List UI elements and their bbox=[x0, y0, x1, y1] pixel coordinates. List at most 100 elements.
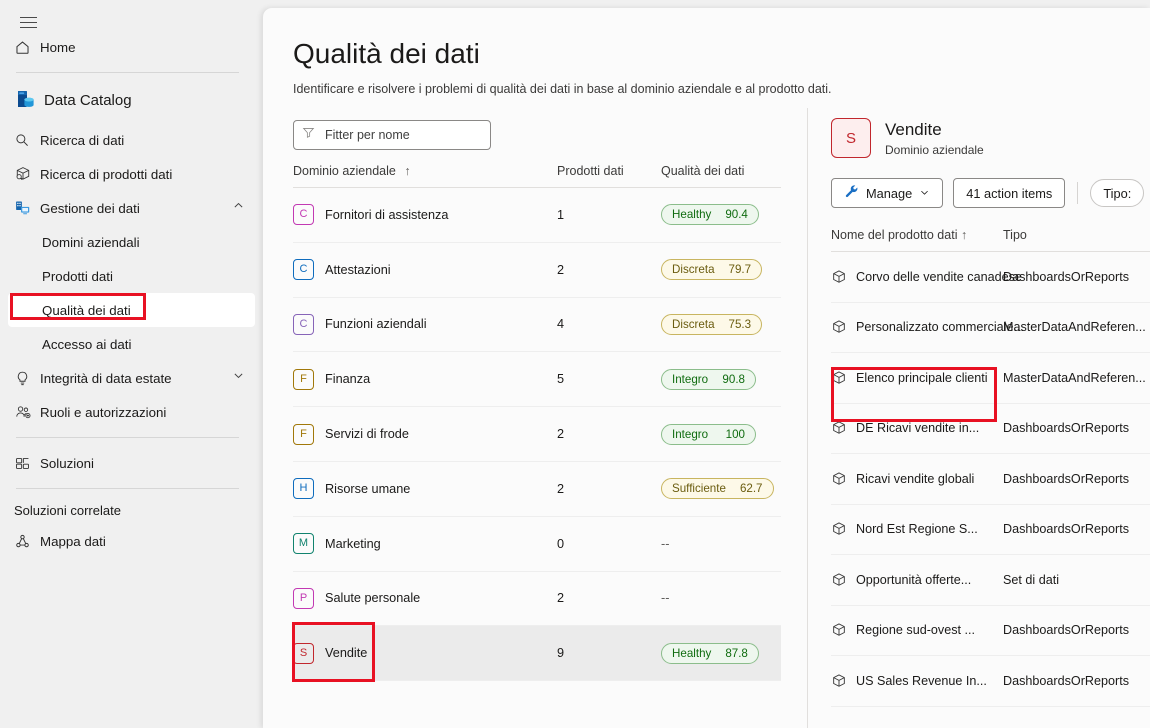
list-item[interactable]: US Sales Revenue In... DashboardsOrRepor… bbox=[831, 655, 1150, 707]
detail-header: S Vendite Dominio aziendale bbox=[815, 8, 1150, 158]
status-badge-value: 62.7 bbox=[739, 482, 763, 496]
sidebar-item-accesso-ai-dati[interactable]: Accesso ai dati bbox=[8, 327, 255, 361]
cube-icon bbox=[831, 319, 847, 335]
cell-quality: -- bbox=[661, 516, 781, 572]
search-input[interactable] bbox=[323, 127, 482, 143]
avatar: S bbox=[831, 118, 871, 158]
manage-button[interactable]: Manage bbox=[831, 178, 944, 208]
product-name: Nord Est Regione S... bbox=[856, 522, 978, 537]
sidebar-item-prodotti-dati[interactable]: Prodotti dati bbox=[8, 259, 255, 293]
chevron-up-icon[interactable] bbox=[232, 199, 245, 217]
domain-initial-icon: C bbox=[293, 204, 314, 226]
column-header-label: Dominio aziendale bbox=[293, 164, 396, 178]
list-item[interactable]: DE Ricavi vendite in... DashboardsOrRepo… bbox=[831, 403, 1150, 454]
sidebar-item-ricerca-di-dati[interactable]: Ricerca di dati bbox=[8, 123, 255, 157]
data-map-icon bbox=[14, 531, 40, 551]
column-header-prodotti-dati[interactable]: Prodotti dati bbox=[557, 164, 661, 188]
sidebar-item-ricerca-di-prodotti-dati[interactable]: Ricerca di prodotti dati bbox=[8, 157, 255, 191]
cell-products: 9 bbox=[557, 625, 661, 682]
roles-icon bbox=[14, 402, 40, 422]
list-item[interactable]: Corvo delle vendite canadese DashboardsO… bbox=[831, 251, 1150, 303]
cell-product-type: DashboardsOrReports bbox=[1003, 504, 1150, 555]
list-item[interactable]: Regione sud-ovest ... DashboardsOrReport… bbox=[831, 605, 1150, 656]
status-badge-label: Sufficiente bbox=[672, 482, 726, 496]
column-header-dominio-aziendale[interactable]: Dominio aziendale ↑ bbox=[293, 164, 557, 188]
domain-name: Servizi di frode bbox=[325, 427, 409, 442]
column-header-qualita-dei-dati[interactable]: Qualità dei dati bbox=[661, 164, 781, 188]
cell-product-type: DashboardsOrReports bbox=[1003, 403, 1150, 454]
sidebar-item-gestione-dei-dati[interactable]: Gestione dei dati bbox=[8, 191, 255, 225]
avatar-initial: S bbox=[845, 129, 856, 147]
domain-name: Finanza bbox=[325, 372, 371, 387]
solutions-icon bbox=[14, 453, 40, 473]
table-row[interactable]: C Attestazioni 2 Discreta 79.7 bbox=[293, 242, 781, 298]
cell-quality: Healthy 87.8 bbox=[661, 625, 781, 682]
sidebar-item-label: Soluzioni bbox=[40, 455, 94, 471]
cell-domain: H Risorse umane bbox=[293, 461, 557, 517]
domain-name: Risorse umane bbox=[325, 481, 411, 496]
sidebar-item-label: Prodotti dati bbox=[42, 268, 113, 284]
cell-quality: Healthy 90.4 bbox=[661, 187, 781, 243]
chevron-down-icon[interactable] bbox=[232, 369, 245, 387]
data-catalog-icon bbox=[14, 90, 44, 110]
sidebar: Home Data Catalog Ricerca di dati Ricerc… bbox=[0, 0, 263, 728]
empty-value: -- bbox=[661, 536, 670, 551]
table-row-vendite[interactable]: S Vendite 9 Healthy 87.8 bbox=[293, 625, 781, 682]
list-item[interactable]: Personalizzato commerciale... MasterData… bbox=[831, 302, 1150, 353]
cell-domain: C Funzioni aziendali bbox=[293, 297, 557, 353]
column-header-label: Nome del prodotto dati bbox=[831, 228, 958, 242]
table-header-row: Dominio aziendale ↑ Prodotti dati Qualit… bbox=[293, 164, 781, 188]
sidebar-brand[interactable]: Data Catalog bbox=[8, 81, 255, 119]
table-row[interactable]: P Salute personale 2 -- bbox=[293, 571, 781, 627]
sidebar-item-qualita-dei-dati[interactable]: Qualità dei dati bbox=[8, 293, 255, 327]
status-badge: Integro 90.8 bbox=[661, 368, 756, 390]
table-row[interactable]: C Fornitori di assistenza 1 Healthy 90.4 bbox=[293, 187, 781, 243]
table-row[interactable]: F Servizi di frode 2 Integro 100 bbox=[293, 406, 781, 462]
empty-value: -- bbox=[661, 591, 670, 606]
sidebar-item-label: Integrità di data estate bbox=[40, 370, 172, 386]
domain-name: Funzioni aziendali bbox=[325, 317, 427, 332]
sidebar-item-mappa-dati[interactable]: Mappa dati bbox=[8, 524, 255, 558]
sidebar-item-ruoli-e-autorizzazioni[interactable]: Ruoli e autorizzazioni bbox=[8, 395, 255, 429]
list-item[interactable]: Ricavi vendite globali DashboardsOrRepor… bbox=[831, 453, 1150, 505]
filter-by-name-box[interactable] bbox=[293, 120, 491, 150]
status-badge-value: 90.8 bbox=[722, 372, 745, 386]
sidebar-item-integrita-di-data-estate[interactable]: Integrità di data estate bbox=[8, 361, 255, 395]
status-badge-value: 90.4 bbox=[725, 208, 748, 222]
column-header-tipo[interactable]: Tipo bbox=[1003, 228, 1150, 252]
data-products-table: Nome del prodotto dati ↑ Tipo Corvo dell… bbox=[831, 228, 1150, 707]
status-badge-label: Discreta bbox=[672, 263, 715, 277]
domain-name: Marketing bbox=[325, 536, 381, 551]
domain-initial-icon: H bbox=[293, 478, 314, 500]
sidebar-item-home[interactable]: Home bbox=[8, 30, 255, 64]
cell-quality: Sufficiente 62.7 bbox=[661, 461, 781, 517]
cell-domain: F Servizi di frode bbox=[293, 406, 557, 462]
column-header-nome-del-prodotto-dati[interactable]: Nome del prodotto dati ↑ bbox=[831, 228, 1003, 252]
type-filter-chip[interactable]: Tipo: bbox=[1090, 179, 1145, 207]
domain-initial-icon: C bbox=[293, 313, 314, 335]
list-item[interactable]: Nord Est Regione S... DashboardsOrReport… bbox=[831, 504, 1150, 555]
status-badge: Healthy 87.8 bbox=[661, 642, 759, 664]
chevron-down-icon bbox=[919, 186, 930, 201]
sidebar-item-soluzioni[interactable]: Soluzioni bbox=[8, 446, 255, 480]
sidebar-item-domini-aziendali[interactable]: Domini aziendali bbox=[8, 225, 255, 259]
status-badge: Healthy 90.4 bbox=[661, 204, 759, 226]
table-row[interactable]: H Risorse umane 2 Sufficiente 62.7 bbox=[293, 461, 781, 517]
app-root: Home Data Catalog Ricerca di dati Ricerc… bbox=[0, 0, 1150, 728]
action-items-button[interactable]: 41 action items bbox=[953, 178, 1066, 208]
list-item-elenco-principale-clienti[interactable]: Elenco principale clienti MasterDataAndR… bbox=[831, 352, 1150, 404]
cell-product-type: DashboardsOrReports bbox=[1003, 453, 1150, 505]
data-management-icon bbox=[14, 198, 40, 218]
table-row[interactable]: F Finanza 5 Integro 90.8 bbox=[293, 351, 781, 408]
product-name: Corvo delle vendite canadese bbox=[856, 269, 1022, 284]
sidebar-item-label: Ricerca di dati bbox=[40, 132, 125, 148]
sort-ascending-icon: ↑ bbox=[404, 164, 411, 178]
list-item[interactable]: Opportunità offerte... Set di dati bbox=[831, 554, 1150, 606]
table-row[interactable]: C Funzioni aziendali 4 Discreta 75.3 bbox=[293, 297, 781, 353]
cube-icon bbox=[831, 622, 847, 638]
table-row[interactable]: M Marketing 0 -- bbox=[293, 516, 781, 572]
cube-icon bbox=[831, 269, 847, 285]
cube-icon bbox=[831, 370, 847, 386]
detail-title: Vendite bbox=[885, 120, 942, 140]
sidebar-brand-label: Data Catalog bbox=[44, 91, 132, 109]
